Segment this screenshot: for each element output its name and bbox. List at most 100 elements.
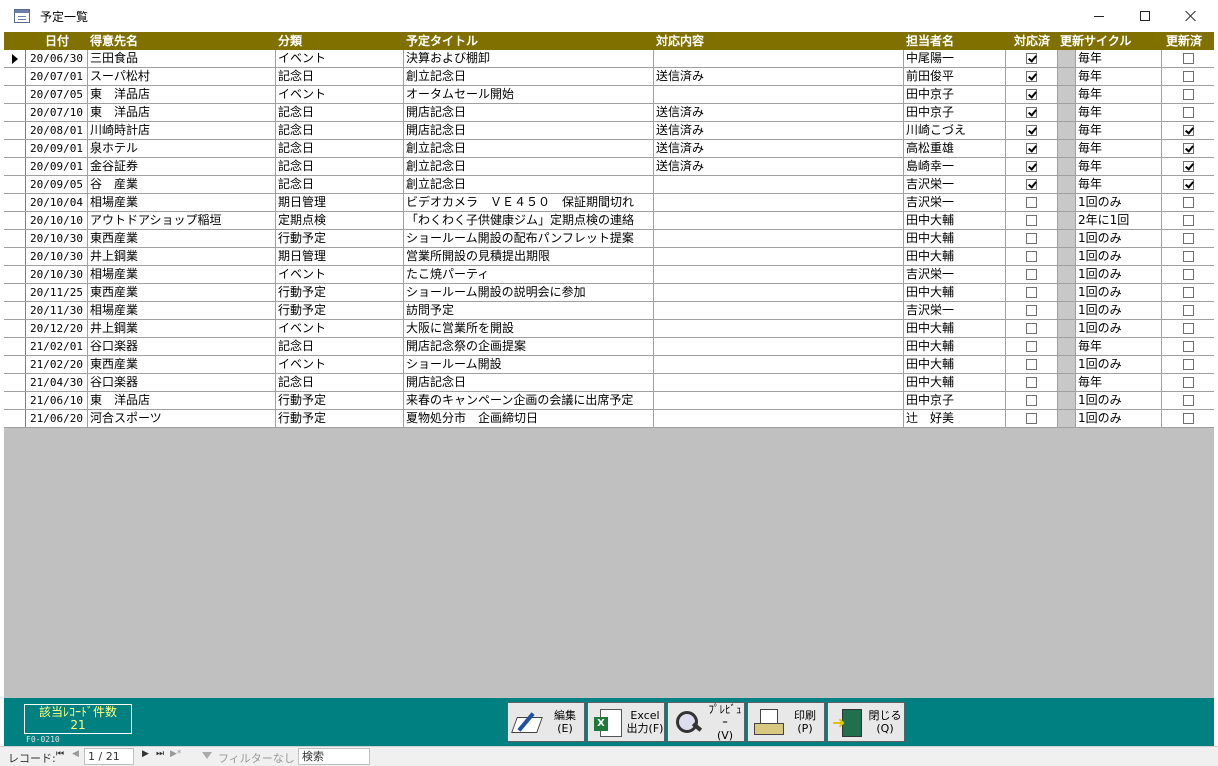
cell-done[interactable]: [1006, 104, 1058, 121]
cell-updated[interactable]: [1162, 374, 1214, 391]
cell-cycle[interactable]: 2年に1回: [1076, 212, 1162, 229]
cell-cycle[interactable]: 毎年: [1076, 158, 1162, 175]
cell-updated[interactable]: [1162, 158, 1214, 175]
cell-cycle[interactable]: 毎年: [1076, 50, 1162, 67]
table-row[interactable]: 20/06/30 三田食品 イベント 決算および棚卸 中尾陽一 毎年: [4, 50, 1214, 68]
updated-checkbox[interactable]: [1182, 377, 1194, 388]
updated-checkbox[interactable]: [1182, 251, 1194, 262]
done-checkbox[interactable]: [1026, 413, 1037, 424]
cell-category[interactable]: 行動予定: [276, 230, 404, 247]
cell-done[interactable]: [1006, 68, 1058, 85]
cell-date[interactable]: 20/12/20: [26, 320, 88, 337]
cell-title[interactable]: 創立記念日: [404, 176, 654, 193]
cell-updated[interactable]: [1162, 194, 1214, 211]
cell-staff[interactable]: 田中大輔: [904, 212, 1006, 229]
cell-done[interactable]: [1006, 248, 1058, 265]
cell-customer[interactable]: 東 洋品店: [88, 392, 276, 409]
cell-customer[interactable]: 東西産業: [88, 284, 276, 301]
record-selector[interactable]: [4, 104, 26, 121]
done-checkbox[interactable]: [1026, 197, 1037, 208]
cell-response[interactable]: [654, 176, 904, 193]
cell-updated[interactable]: [1162, 140, 1214, 157]
next-record-button[interactable]: ▶: [142, 749, 149, 759]
cell-date[interactable]: 20/10/30: [26, 266, 88, 283]
record-selector[interactable]: [4, 248, 26, 265]
cell-title[interactable]: 開店記念祭の企画提案: [404, 338, 654, 355]
cell-date[interactable]: 20/10/30: [26, 248, 88, 265]
cell-date[interactable]: 21/02/20: [26, 356, 88, 373]
done-checkbox[interactable]: [1026, 233, 1037, 244]
updated-checkbox[interactable]: [1182, 125, 1194, 136]
table-row[interactable]: 20/11/25 東西産業 行動予定 ショールーム開設の説明会に参加 田中大輔 1回のみ: [4, 284, 1214, 302]
cell-date[interactable]: 20/09/01: [26, 158, 88, 175]
cell-title[interactable]: オータムセール開始: [404, 86, 654, 103]
cell-category[interactable]: 行動予定: [276, 302, 404, 319]
cell-cycle[interactable]: 1回のみ: [1076, 230, 1162, 247]
cell-updated[interactable]: [1162, 86, 1214, 103]
cell-cycle[interactable]: 1回のみ: [1076, 248, 1162, 265]
cell-customer[interactable]: 三田食品: [88, 50, 276, 67]
cell-cycle[interactable]: 1回のみ: [1076, 266, 1162, 283]
cell-category[interactable]: 記念日: [276, 104, 404, 121]
cell-customer[interactable]: 河合スポーツ: [88, 410, 276, 427]
cell-category[interactable]: イベント: [276, 50, 404, 67]
cell-response[interactable]: 送信済み: [654, 158, 904, 175]
cell-response[interactable]: [654, 320, 904, 337]
cell-staff[interactable]: 田中大輔: [904, 320, 1006, 337]
cell-date[interactable]: 20/09/01: [26, 140, 88, 157]
updated-checkbox[interactable]: [1182, 107, 1194, 118]
cell-staff[interactable]: 吉沢栄一: [904, 266, 1006, 283]
cell-title[interactable]: ショールーム開設の配布パンフレット提案: [404, 230, 654, 247]
record-selector[interactable]: [4, 86, 26, 103]
cell-response[interactable]: [654, 194, 904, 211]
header-staff[interactable]: 担当者名: [904, 32, 1006, 50]
cell-date[interactable]: 20/07/01: [26, 68, 88, 85]
print-button[interactable]: 印刷 (P): [747, 702, 825, 742]
cell-customer[interactable]: 東 洋品店: [88, 86, 276, 103]
table-row[interactable]: 21/04/30 谷口楽器 記念日 開店記念日 田中大輔 毎年: [4, 374, 1214, 392]
cell-customer[interactable]: 谷口楽器: [88, 374, 276, 391]
table-row[interactable]: 20/07/10 東 洋品店 記念日 開店記念日 送信済み 田中京子 毎年: [4, 104, 1214, 122]
done-checkbox[interactable]: [1026, 269, 1037, 280]
cell-title[interactable]: 創立記念日: [404, 140, 654, 157]
updated-checkbox[interactable]: [1182, 53, 1194, 64]
updated-checkbox[interactable]: [1182, 179, 1194, 190]
updated-checkbox[interactable]: [1182, 161, 1194, 172]
cell-title[interactable]: 開店記念日: [404, 104, 654, 121]
cell-staff[interactable]: 田中京子: [904, 104, 1006, 121]
cell-title[interactable]: 夏物処分市 企画締切日: [404, 410, 654, 427]
updated-checkbox[interactable]: [1182, 359, 1194, 370]
updated-checkbox[interactable]: [1182, 197, 1194, 208]
done-checkbox[interactable]: [1026, 107, 1037, 118]
cell-response[interactable]: [654, 374, 904, 391]
cell-date[interactable]: 20/06/30: [26, 50, 88, 67]
cell-date[interactable]: 20/07/10: [26, 104, 88, 121]
cell-updated[interactable]: [1162, 266, 1214, 283]
updated-checkbox[interactable]: [1182, 89, 1194, 100]
updated-checkbox[interactable]: [1182, 413, 1194, 424]
cell-customer[interactable]: 谷 産業: [88, 176, 276, 193]
cell-staff[interactable]: 川崎こづえ: [904, 122, 1006, 139]
cell-title[interactable]: 営業所開設の見積提出期限: [404, 248, 654, 265]
cell-title[interactable]: 「わくわく子供健康ジム」定期点検の連絡: [404, 212, 654, 229]
cell-updated[interactable]: [1162, 212, 1214, 229]
cell-done[interactable]: [1006, 194, 1058, 211]
cell-date[interactable]: 20/07/05: [26, 86, 88, 103]
header-response[interactable]: 対応内容: [654, 32, 904, 50]
cell-updated[interactable]: [1162, 176, 1214, 193]
cell-done[interactable]: [1006, 284, 1058, 301]
cell-staff[interactable]: 前田俊平: [904, 68, 1006, 85]
cell-category[interactable]: 期日管理: [276, 248, 404, 265]
cell-staff[interactable]: 田中京子: [904, 86, 1006, 103]
cell-cycle[interactable]: 1回のみ: [1076, 194, 1162, 211]
done-checkbox[interactable]: [1026, 287, 1037, 298]
cell-updated[interactable]: [1162, 284, 1214, 301]
cell-updated[interactable]: [1162, 320, 1214, 337]
cell-response[interactable]: 送信済み: [654, 68, 904, 85]
cell-customer[interactable]: 泉ホテル: [88, 140, 276, 157]
done-checkbox[interactable]: [1026, 125, 1037, 136]
cell-date[interactable]: 20/10/30: [26, 230, 88, 247]
record-selector[interactable]: [4, 194, 26, 211]
record-selector[interactable]: [4, 356, 26, 373]
cell-date[interactable]: 20/11/30: [26, 302, 88, 319]
